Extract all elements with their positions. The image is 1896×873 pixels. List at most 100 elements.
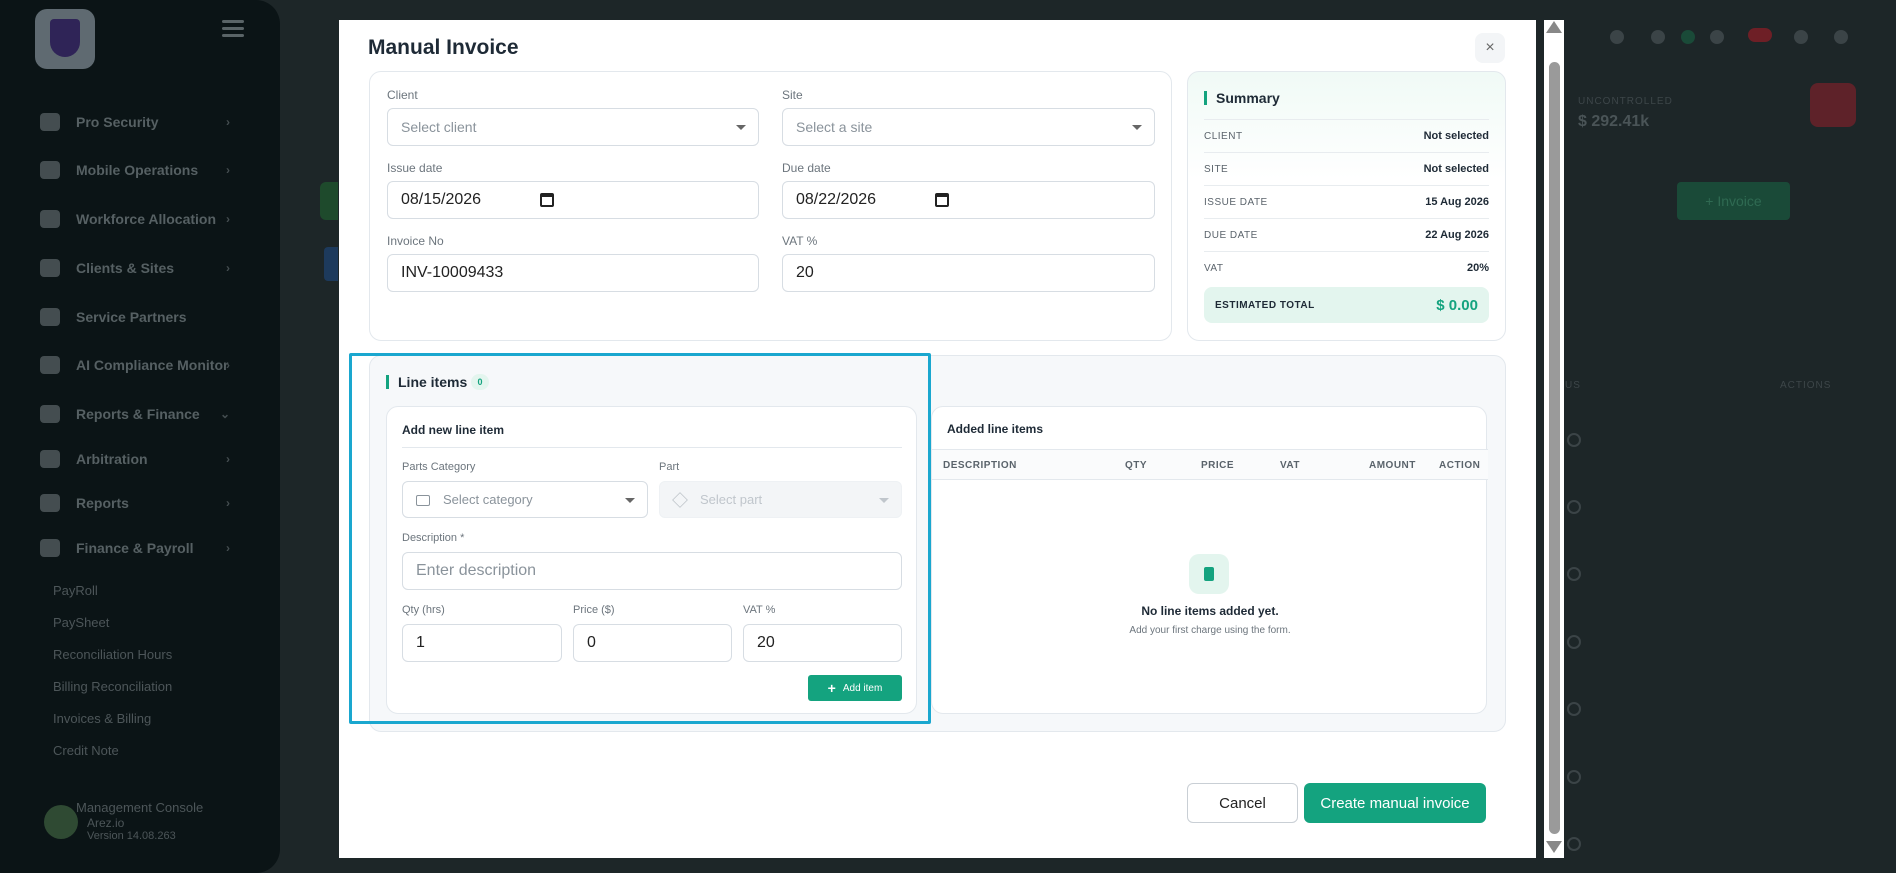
estimated-total-label: ESTIMATED TOTAL — [1215, 299, 1315, 311]
invoice-no-value: INV-10009433 — [401, 264, 504, 281]
shield-icon — [40, 113, 60, 131]
calendar-icon[interactable] — [935, 193, 949, 207]
empty-state-subtitle: Add your first charge using the form. — [1129, 625, 1291, 636]
qty-input[interactable]: 1 — [402, 624, 562, 662]
divider — [402, 447, 902, 448]
close-button[interactable]: × — [1475, 33, 1505, 63]
summary-value: 15 Aug 2026 — [1425, 196, 1489, 208]
price-value: 0 — [587, 634, 596, 651]
site-label: Site — [782, 88, 803, 102]
sidebar-item-pro-security: Pro Security › — [40, 110, 240, 134]
line-vat-label: VAT % — [743, 604, 776, 616]
bg-button-fragment — [324, 247, 338, 281]
parts-category-value: Select category — [443, 492, 533, 507]
chevron-right-icon: › — [226, 115, 230, 129]
bg-amount: $ 292.41k — [1578, 113, 1650, 130]
bg-column-header: US — [1565, 380, 1581, 391]
chevron-right-icon: › — [226, 496, 230, 510]
due-date-input[interactable]: 08/22/2026 — [782, 181, 1155, 219]
add-item-button[interactable]: + Add item — [808, 675, 902, 701]
sidebar-item-label: Reports & Finance — [76, 406, 200, 422]
empty-state-title: No line items added yet. — [1141, 604, 1279, 618]
add-line-item-title: Add new line item — [402, 423, 505, 437]
console-avatar — [44, 805, 78, 839]
bg-row-indicator — [1567, 500, 1581, 514]
scroll-up-arrow-icon[interactable] — [1546, 21, 1562, 33]
summary-value: Not selected — [1423, 130, 1489, 142]
summary-key: SITE — [1204, 163, 1229, 175]
vat-input[interactable]: 20 — [782, 254, 1155, 292]
summary-key: ISSUE DATE — [1204, 196, 1268, 208]
column-header-vat: VAT — [1280, 460, 1301, 471]
robot-icon — [40, 356, 60, 374]
sidebar-item-reports: Reports › — [40, 491, 240, 515]
management-console: Management Console Arez.io Version 14.08… — [40, 797, 250, 847]
column-header-qty: QTY — [1125, 460, 1148, 471]
modal-title: Manual Invoice — [368, 36, 519, 59]
added-line-items-card: Added line items DESCRIPTION QTY PRICE V… — [931, 406, 1488, 714]
sidebar-item-service-partners: Service Partners — [40, 305, 240, 329]
chevron-right-icon: › — [226, 261, 230, 275]
site-select[interactable]: Select a site — [782, 108, 1155, 146]
description-label: Description * — [402, 532, 465, 544]
sidebar-item-label: Clients & Sites — [76, 260, 175, 276]
description-placeholder: Enter description — [416, 562, 537, 579]
cancel-button[interactable]: Cancel — [1187, 783, 1298, 823]
description-input[interactable]: Enter description — [402, 552, 902, 590]
sidebar-item-clients-sites: Clients & Sites › — [40, 256, 240, 280]
client-select[interactable]: Select client — [387, 108, 759, 146]
info-icon — [1710, 30, 1724, 44]
list-icon — [40, 210, 60, 228]
chart-icon — [40, 405, 60, 423]
summary-row-client: CLIENT Not selected — [1204, 119, 1489, 152]
parts-category-select[interactable]: Select category — [402, 481, 648, 518]
scroll-thumb[interactable] — [1549, 62, 1560, 834]
sidebar-item-label: Pro Security — [76, 114, 159, 130]
calendar-icon[interactable] — [540, 193, 554, 207]
column-header-action: ACTION — [1439, 460, 1481, 471]
line-items-count-badge: 0 — [471, 374, 489, 390]
invoice-details-card: Client Select client Site Select a site … — [369, 71, 1172, 341]
site-select-value: Select a site — [796, 119, 873, 135]
vat-value: 20 — [796, 264, 814, 281]
app-logo — [35, 9, 95, 69]
sidebar-item-label: Finance & Payroll — [76, 540, 194, 556]
sidebar-item-reports-finance: Reports & Finance ⌄ — [40, 402, 240, 426]
scroll-down-arrow-icon[interactable] — [1546, 841, 1562, 853]
chevron-right-icon: › — [226, 163, 230, 177]
invoice-no-input[interactable]: INV-10009433 — [387, 254, 759, 292]
column-header-amount: AMOUNT — [1369, 460, 1416, 471]
price-label: Price ($) — [573, 604, 615, 616]
console-subtitle: Arez.io — [87, 816, 125, 830]
sidebar-subitem: Credit Note — [53, 743, 119, 758]
leaf-icon — [1834, 30, 1848, 44]
summary-key: VAT — [1204, 262, 1224, 274]
part-select[interactable]: Select part — [659, 481, 902, 518]
summary-row-due-date: DUE DATE 22 Aug 2026 — [1204, 218, 1489, 251]
chevron-down-icon: › — [226, 541, 230, 555]
price-input[interactable]: 0 — [573, 624, 732, 662]
summary-row-vat: VAT 20% — [1204, 251, 1489, 284]
qty-label: Qty (hrs) — [402, 604, 445, 616]
sidebar-item-label: AI Compliance Monitor — [76, 357, 229, 373]
create-manual-invoice-button[interactable]: Create manual invoice — [1304, 783, 1486, 823]
column-header-description: DESCRIPTION — [943, 460, 1017, 471]
notification-badge — [1748, 28, 1772, 42]
sidebar-item-mobile-operations: Mobile Operations › — [40, 158, 240, 182]
bg-column-header: ACTIONS — [1780, 380, 1832, 391]
summary-key: DUE DATE — [1204, 229, 1258, 241]
invoice-no-label: Invoice No — [387, 234, 444, 248]
chevron-down-icon — [1132, 125, 1142, 130]
bg-row-indicator — [1567, 635, 1581, 649]
sidebar-subitem: Billing Reconciliation — [53, 679, 173, 694]
sidebar-subitem: PayRoll — [53, 583, 98, 598]
sidebar-subitem: Reconciliation Hours — [53, 647, 173, 662]
summary-row-site: SITE Not selected — [1204, 152, 1489, 185]
issue-date-input[interactable]: 08/15/2026 — [387, 181, 759, 219]
gavel-icon — [40, 450, 60, 468]
sidebar-item-workforce-allocation: Workforce Allocation › — [40, 207, 240, 231]
bg-row-indicator — [1567, 837, 1581, 851]
sidebar-item-ai-compliance-monitor: AI Compliance Monitor › — [40, 353, 240, 377]
line-vat-input[interactable]: 20 — [743, 624, 902, 662]
summary-value: Not selected — [1423, 163, 1489, 175]
